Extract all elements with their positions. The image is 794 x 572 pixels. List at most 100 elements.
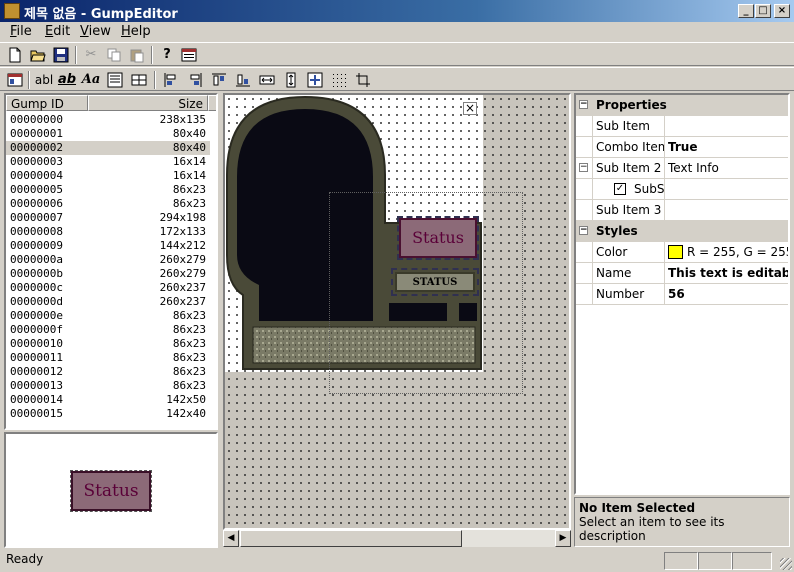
canvas-close-icon[interactable]: × bbox=[463, 102, 477, 115]
list-item[interactable]: 0000000e 86x23 bbox=[6, 309, 210, 323]
open-folder-icon[interactable] bbox=[27, 45, 49, 65]
list-item[interactable]: 00000014 142x50 bbox=[6, 393, 210, 407]
gump-id: 00000001 bbox=[10, 127, 63, 140]
gump-size: 142x50 bbox=[166, 393, 206, 406]
category-styles[interactable]: − Styles bbox=[576, 221, 788, 242]
listbox-tool-icon[interactable] bbox=[104, 70, 126, 90]
column-size[interactable]: Size bbox=[88, 95, 208, 111]
canvas-status-button[interactable]: Status bbox=[397, 216, 479, 260]
resize-grip-icon[interactable] bbox=[780, 558, 792, 570]
same-height-icon[interactable] bbox=[280, 70, 302, 90]
form-icon[interactable] bbox=[4, 70, 26, 90]
collapse-icon[interactable]: − bbox=[579, 163, 588, 172]
align-bottom-icon[interactable] bbox=[232, 70, 254, 90]
color-swatch bbox=[668, 245, 683, 259]
align-left-icon[interactable] bbox=[160, 70, 182, 90]
text-tool-icon[interactable]: ab bbox=[56, 70, 78, 90]
list-item[interactable]: 00000000 238x135 bbox=[6, 113, 210, 127]
paste-icon[interactable] bbox=[126, 45, 148, 65]
column-gump-id[interactable]: Gump ID bbox=[6, 95, 88, 111]
grid-tool-icon[interactable] bbox=[128, 70, 150, 90]
title-bar: 제목 없음 - GumpEditor _ □ × bbox=[0, 0, 794, 22]
list-item[interactable]: 00000015 142x40 bbox=[6, 407, 210, 421]
list-item[interactable]: 00000002 80x40 bbox=[6, 141, 210, 155]
list-item[interactable]: 00000004 16x14 bbox=[6, 169, 210, 183]
list-header: Gump ID Size bbox=[6, 95, 216, 111]
gump-size: 16x14 bbox=[172, 169, 206, 182]
list-item[interactable]: 00000009 144x212 bbox=[6, 239, 210, 253]
gump-id: 00000002 bbox=[10, 141, 63, 154]
gump-size: 260x237 bbox=[159, 295, 206, 308]
gump-id: 00000014 bbox=[10, 393, 63, 406]
scroll-right-icon[interactable]: ▶ bbox=[555, 530, 571, 547]
crop-icon[interactable] bbox=[352, 70, 374, 90]
scroll-left-icon[interactable]: ◀ bbox=[223, 530, 239, 547]
gump-id: 00000005 bbox=[10, 183, 63, 196]
list-item[interactable]: 00000005 86x23 bbox=[6, 183, 210, 197]
prop-sub-item-2[interactable]: − Sub Item 2 Text Info bbox=[576, 158, 788, 179]
about-icon[interactable] bbox=[178, 45, 200, 65]
list-item[interactable]: 0000000c 260x237 bbox=[6, 281, 210, 295]
gump-size: 16x14 bbox=[172, 155, 206, 168]
same-width-icon[interactable] bbox=[256, 70, 278, 90]
menu-edit[interactable]: Edit bbox=[45, 24, 70, 39]
help-icon[interactable]: ? bbox=[156, 45, 178, 65]
list-item[interactable]: 0000000f 86x23 bbox=[6, 323, 210, 337]
gump-id: 0000000f bbox=[10, 323, 63, 336]
gump-list[interactable]: Gump ID Size 00000000 238x135 00000001 80x4… bbox=[4, 93, 218, 430]
maximize-button[interactable]: □ bbox=[755, 4, 771, 18]
save-icon[interactable] bbox=[50, 45, 72, 65]
label-tool-icon[interactable]: abl bbox=[33, 70, 55, 90]
list-item[interactable]: 00000010 86x23 bbox=[6, 337, 210, 351]
scroll-thumb[interactable] bbox=[240, 530, 462, 547]
minimize-button[interactable]: _ bbox=[738, 4, 754, 18]
close-button[interactable]: × bbox=[774, 4, 790, 18]
list-item[interactable]: 00000007 294x198 bbox=[6, 211, 210, 225]
menu-help[interactable]: Help bbox=[121, 24, 151, 39]
prop-sub-item-value[interactable] bbox=[664, 116, 788, 136]
prop-number[interactable]: Number 56 bbox=[576, 284, 788, 305]
menu-view[interactable]: View bbox=[80, 24, 111, 39]
gump-id: 00000000 bbox=[10, 113, 63, 126]
design-canvas[interactable]: × Status STATUS bbox=[223, 93, 571, 530]
new-file-icon[interactable] bbox=[4, 45, 26, 65]
copy-icon[interactable] bbox=[103, 45, 125, 65]
list-item[interactable]: 0000000d 260x237 bbox=[6, 295, 210, 309]
align-right-icon[interactable] bbox=[184, 70, 206, 90]
canvas-hscrollbar[interactable]: ◀ ▶ bbox=[223, 530, 571, 547]
align-top-icon[interactable] bbox=[208, 70, 230, 90]
list-item[interactable]: 0000000b 260x279 bbox=[6, 267, 210, 281]
cut-icon[interactable]: ✂ bbox=[80, 45, 102, 65]
font-tool-icon[interactable]: Aa bbox=[80, 70, 102, 90]
prop-sub-item[interactable]: Sub Item bbox=[576, 116, 788, 137]
prop-combo-item[interactable]: Combo Item True bbox=[576, 137, 788, 158]
menu-file[interactable]: File bbox=[10, 24, 32, 39]
prop-color[interactable]: Color R = 255, G = 255 bbox=[576, 242, 788, 263]
description-title: No Item Selected bbox=[579, 501, 696, 515]
collapse-icon[interactable]: − bbox=[579, 100, 588, 109]
list-item[interactable]: 00000001 80x40 bbox=[6, 127, 210, 141]
list-item[interactable]: 0000000a 260x279 bbox=[6, 253, 210, 267]
gump-size: 86x23 bbox=[172, 365, 206, 378]
prop-name[interactable]: Name This text is editable bbox=[576, 263, 788, 284]
collapse-icon[interactable]: − bbox=[579, 226, 588, 235]
center-icon[interactable] bbox=[304, 70, 326, 90]
gump-size: 172x133 bbox=[159, 225, 206, 238]
gump-id: 00000011 bbox=[10, 351, 63, 364]
description-text: Select an item to see its description bbox=[579, 515, 725, 543]
list-item[interactable]: 00000006 86x23 bbox=[6, 197, 210, 211]
canvas-status-small-button[interactable]: STATUS bbox=[395, 272, 475, 292]
prop-sub-item-3[interactable]: Sub Item 3 bbox=[576, 200, 788, 221]
subs-checkbox[interactable]: ✓ bbox=[614, 183, 626, 195]
gump-id: 0000000a bbox=[10, 253, 63, 266]
property-grid[interactable]: − Properties Sub Item Combo Item True − … bbox=[574, 93, 790, 495]
gump-id: 00000009 bbox=[10, 239, 63, 252]
list-item[interactable]: 00000003 16x14 bbox=[6, 155, 210, 169]
grid-dots-icon[interactable] bbox=[328, 70, 350, 90]
list-item[interactable]: 00000011 86x23 bbox=[6, 351, 210, 365]
category-properties[interactable]: − Properties bbox=[576, 95, 788, 116]
list-item[interactable]: 00000012 86x23 bbox=[6, 365, 210, 379]
list-item[interactable]: 00000013 86x23 bbox=[6, 379, 210, 393]
list-item[interactable]: 00000008 172x133 bbox=[6, 225, 210, 239]
prop-subs[interactable]: ✓ SubS bbox=[576, 179, 788, 200]
